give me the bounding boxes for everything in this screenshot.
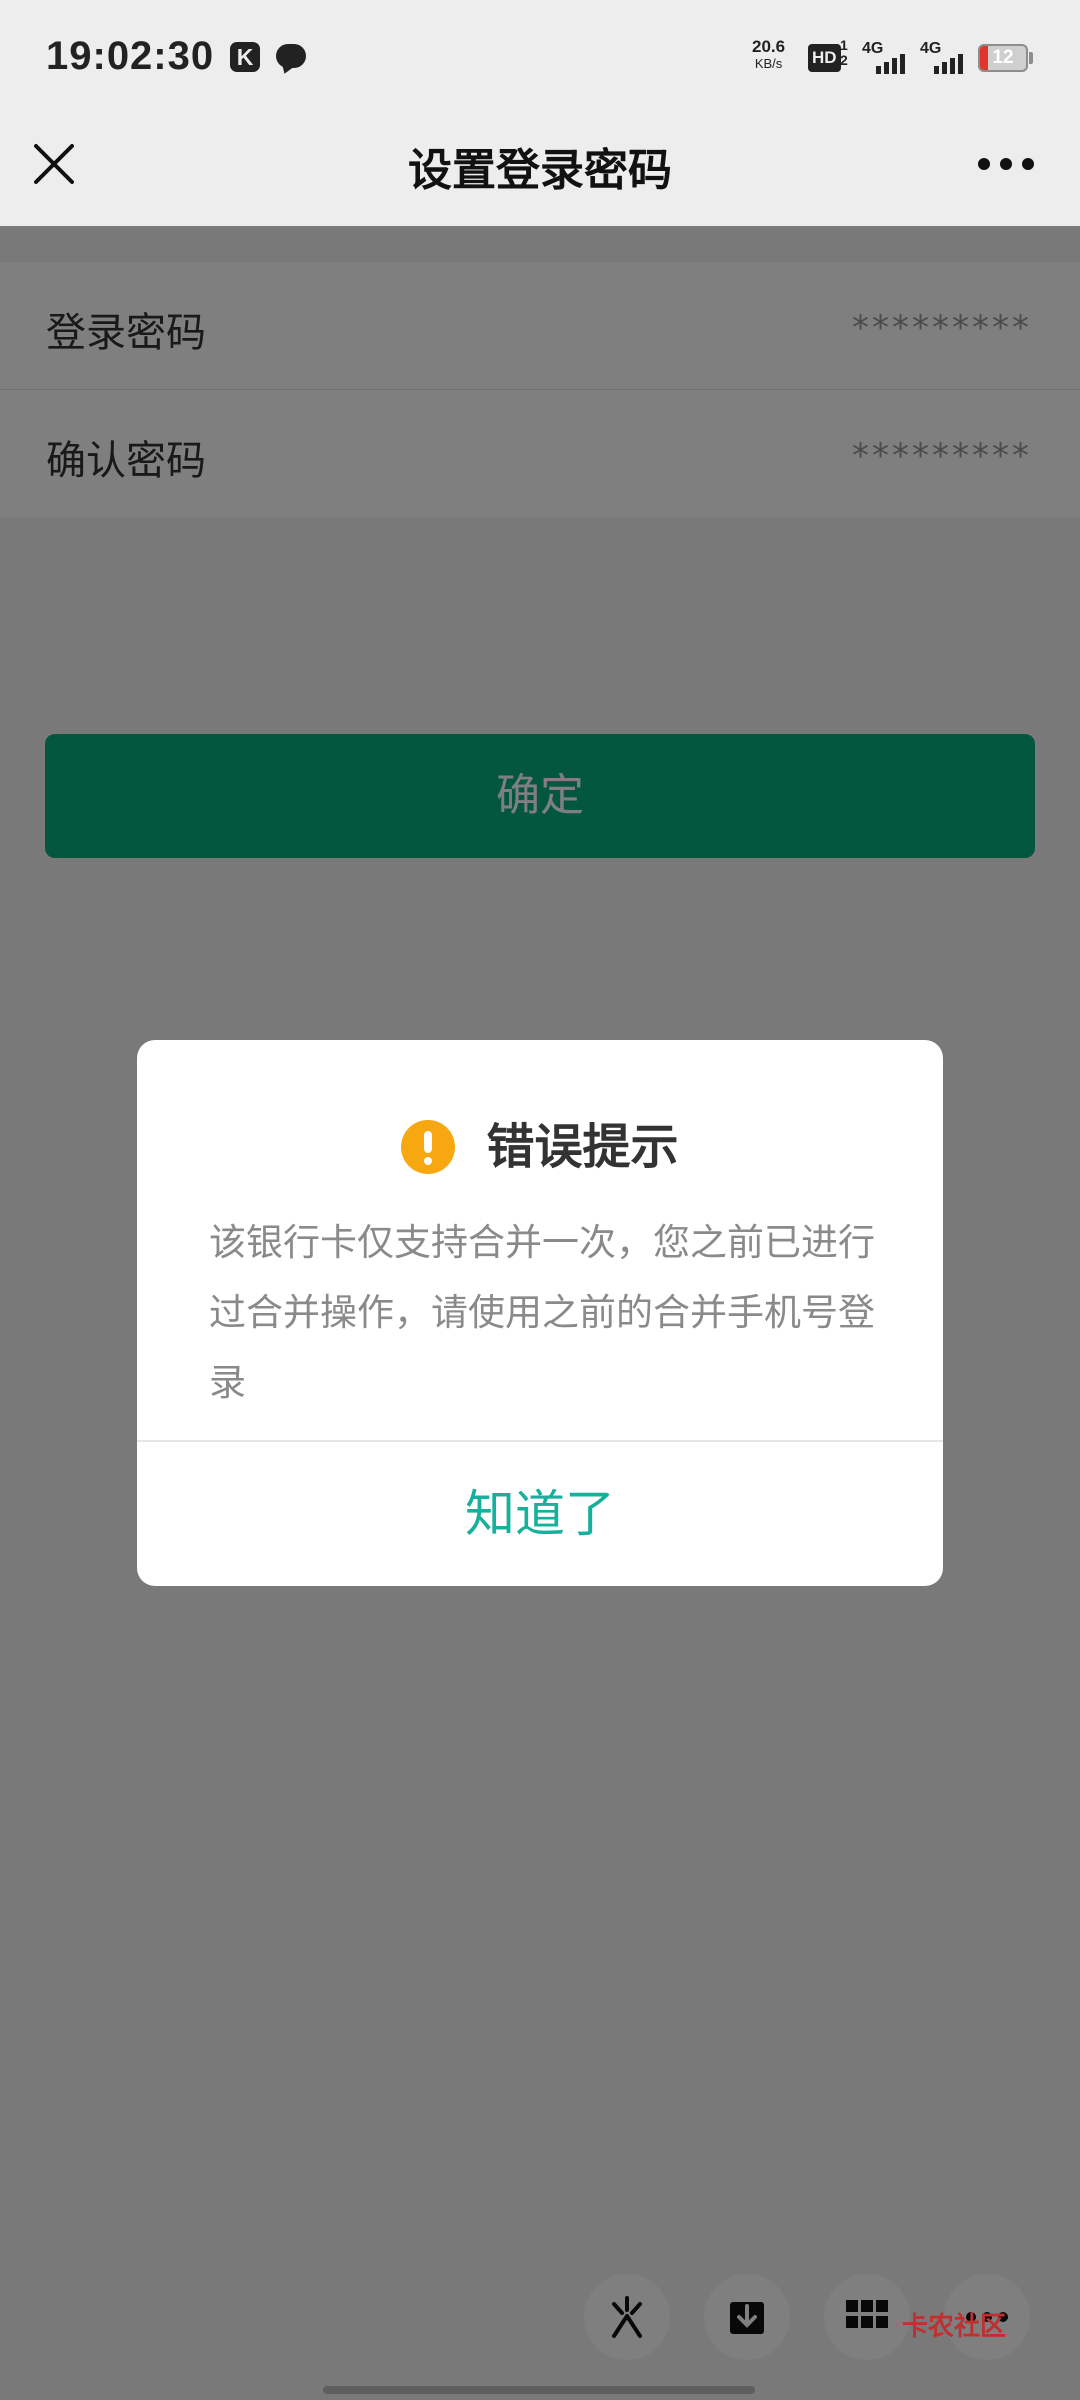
sim1-network-type: 4G [862,40,884,57]
nav-bar: 设置登录密码 [0,112,1080,226]
battery-tip [1029,52,1033,64]
network-speed-value: 20.6 [752,37,786,56]
hd-sim-top: 1 [840,37,848,53]
hd-voice-icon: HD [808,44,841,72]
dialog-title: 错误提示 [486,1119,679,1175]
sim2-network-type: 4G [920,40,942,57]
k-app-icon: K [230,42,260,72]
page-title: 设置登录密码 [408,145,672,196]
hd-sim-indicator: 1 2 [840,38,848,68]
status-time: 19:02:30 [46,34,215,78]
battery-icon: 12 [978,44,1028,72]
network-speed-unit: KB/s [754,56,783,71]
battery-level: 12 [992,47,1014,68]
sim2-signal-icon: 4G [920,40,968,74]
error-dialog: 错误提示 该银行卡仅支持合并一次，您之前已进行过合并操作，请使用之前的合并手机号… [137,1040,943,1586]
network-speed: 20.6 KB/s [752,38,785,72]
hd-sim-bottom: 2 [840,52,848,68]
dialog-message: 该银行卡仅支持合并一次，您之前已进行过合并操作，请使用之前的合并手机号登录 [209,1221,875,1404]
status-bar: 19:02:30 K 20.6 KB/s HD 1 2 4G 4G 12 [0,0,1080,112]
dialog-header: 错误提示 [137,1112,943,1182]
sim1-signal-icon: 4G [862,40,910,74]
more-options-icon[interactable] [978,158,1034,172]
message-notification-icon [276,44,306,68]
warning-icon [401,1120,456,1174]
watermark: 卡农社区 [902,2312,1007,2342]
dialog-ok-button[interactable]: 知道了 [137,1442,943,1586]
